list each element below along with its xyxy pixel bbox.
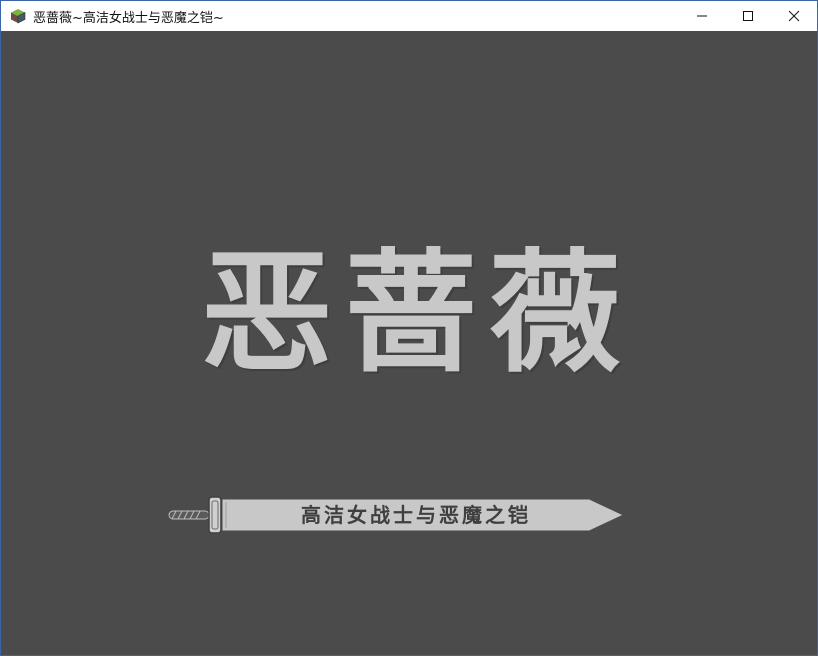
title-bar[interactable]: 恶蔷薇~高洁女战士与恶魔之铠~ [1,1,817,31]
close-icon [788,10,800,22]
logo-char-2: 蔷 [345,236,477,391]
game-logo: 恶 蔷 薇 [171,224,651,404]
game-title-screen[interactable]: 恶 蔷 薇 高洁女战士与恶魔之铠 [1,31,817,655]
app-cube-icon [11,9,26,24]
close-button[interactable] [771,1,817,31]
minimize-button[interactable] [679,1,725,31]
window-controls [679,1,817,31]
subtitle-text: 高洁女战士与恶魔之铠 [301,503,531,527]
logo-char-1: 恶 [201,236,333,391]
maximize-button[interactable] [725,1,771,31]
app-window: 恶蔷薇~高洁女战士与恶魔之铠~ 恶 蔷 薇 高洁女战士与恶魔之铠 [0,0,818,656]
maximize-icon [743,11,753,21]
minimize-icon [697,15,707,17]
window-title: 恶蔷薇~高洁女战士与恶魔之铠~ [33,10,224,26]
logo-char-3: 薇 [489,236,621,391]
